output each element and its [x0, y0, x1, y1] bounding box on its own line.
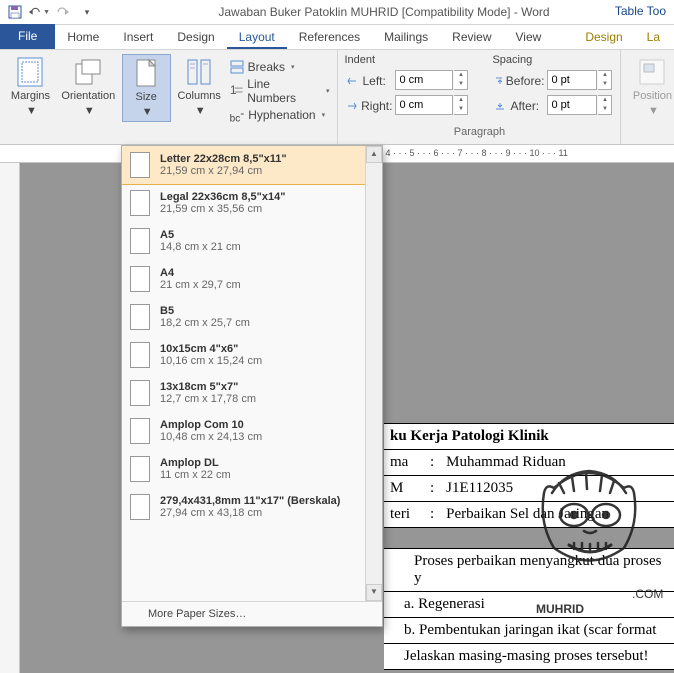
size-dim: 12,7 cm x 17,78 cm — [160, 393, 256, 405]
vertical-ruler[interactable] — [0, 163, 20, 673]
spacing-before-input[interactable]: 0 pt — [547, 70, 597, 90]
size-name: Legal 22x36cm 8,5"x14" — [160, 191, 285, 203]
undo-button[interactable]: ▼ — [28, 1, 50, 23]
spacing-after-input[interactable]: 0 pt — [547, 95, 597, 115]
size-dim: 21 cm x 29,7 cm — [160, 279, 241, 291]
svg-text:.COM: .COM — [632, 587, 663, 601]
columns-button[interactable]: Columns▼ — [175, 54, 224, 120]
spacing-after-label: After: — [492, 95, 546, 117]
page-icon — [130, 266, 150, 292]
size-option[interactable]: A514,8 cm x 21 cm — [122, 222, 382, 260]
size-dim: 14,8 cm x 21 cm — [160, 241, 241, 253]
page-icon — [130, 190, 150, 216]
page-icon — [130, 456, 150, 482]
size-name: Amplop Com 10 — [160, 419, 262, 431]
indent-label: Indent — [344, 54, 472, 66]
spacing-before-spinner[interactable]: ▲▼ — [598, 70, 612, 90]
page-icon — [130, 152, 150, 178]
indent-left-input[interactable]: 0 cm — [395, 70, 453, 90]
size-option[interactable]: A421 cm x 29,7 cm — [122, 260, 382, 298]
size-dim: 27,94 cm x 43,18 cm — [160, 507, 340, 519]
page-icon — [130, 418, 150, 444]
window-title: Jawaban Buker Patoklin MUHRID [Compatibi… — [98, 5, 670, 19]
size-dropdown: Letter 22x28cm 8,5"x11"21,59 cm x 27,94 … — [121, 145, 383, 627]
table-tools-label: Table Too — [615, 4, 666, 18]
tab-table-design[interactable]: Design — [573, 25, 634, 49]
size-dim: 21,59 cm x 27,94 cm — [160, 165, 287, 177]
size-option[interactable]: Legal 22x36cm 8,5"x14"21,59 cm x 35,56 c… — [122, 184, 382, 222]
page-icon — [130, 304, 150, 330]
page-icon — [130, 228, 150, 254]
watermark-image: MUHRID .COM — [514, 453, 664, 643]
group-paragraph: Indent Left: 0 cm ▲▼ Right: 0 cm ▲▼ Spac… — [338, 50, 621, 144]
spacing-label: Spacing — [492, 54, 616, 66]
hyphenation-button[interactable]: bc-Hyphenation▾ — [228, 104, 332, 126]
svg-text:1: 1 — [230, 84, 236, 97]
tab-table-layout[interactable]: La — [635, 25, 672, 49]
page-icon — [130, 342, 150, 368]
spacing-before-label: Before: — [492, 70, 546, 92]
quick-access-toolbar: ▼ ▾ — [4, 1, 98, 23]
tab-view[interactable]: View — [504, 25, 554, 49]
size-button[interactable]: Size▼ — [122, 54, 171, 122]
ribbon-tabs: File Home Insert Design Layout Reference… — [0, 25, 674, 50]
title-bar: ▼ ▾ Jawaban Buker Patoklin MUHRID [Compa… — [0, 0, 674, 25]
more-paper-sizes[interactable]: More Paper Sizes… — [122, 601, 382, 626]
size-name: Letter 22x28cm 8,5"x11" — [160, 153, 287, 165]
page-icon — [130, 380, 150, 406]
size-name: Amplop DL — [160, 457, 231, 469]
tab-layout[interactable]: Layout — [227, 25, 287, 49]
tab-home[interactable]: Home — [55, 25, 111, 49]
redo-button[interactable] — [52, 1, 74, 23]
size-name: B5 — [160, 305, 250, 317]
tab-references[interactable]: References — [287, 25, 372, 49]
size-option[interactable]: Letter 22x28cm 8,5"x11"21,59 cm x 27,94 … — [122, 146, 382, 185]
indent-right-label: Right: — [344, 95, 394, 117]
line-numbers-button[interactable]: 1Line Numbers▾ — [228, 80, 332, 102]
tab-file[interactable]: File — [0, 24, 55, 49]
size-dim: 10,48 cm x 24,13 cm — [160, 431, 262, 443]
svg-text:MUHRID: MUHRID — [536, 602, 584, 616]
size-dim: 10,16 cm x 15,24 cm — [160, 355, 262, 367]
size-option[interactable]: B518,2 cm x 25,7 cm — [122, 298, 382, 336]
position-button[interactable]: Position▼ — [627, 54, 674, 120]
size-dim: 11 cm x 22 cm — [160, 469, 231, 481]
paragraph-group-label: Paragraph — [344, 126, 614, 140]
save-button[interactable] — [4, 1, 26, 23]
size-option[interactable]: Amplop Com 1010,48 cm x 24,13 cm — [122, 412, 382, 450]
group-page-setup: Margins▼ Orientation▼ Size▼ Columns▼ Bre… — [0, 50, 338, 144]
qat-customize[interactable]: ▾ — [76, 1, 98, 23]
size-option[interactable]: 279,4x431,8mm 11"x17" (Berskala)27,94 cm… — [122, 488, 382, 526]
tab-design[interactable]: Design — [165, 25, 226, 49]
tab-insert[interactable]: Insert — [111, 25, 165, 49]
size-name: A5 — [160, 229, 241, 241]
indent-right-input[interactable]: 0 cm — [395, 95, 453, 115]
doc-title: ku Kerja Patologi Klinik — [384, 424, 674, 450]
tab-mailings[interactable]: Mailings — [372, 25, 440, 49]
indent-right-spinner[interactable]: ▲▼ — [454, 95, 468, 115]
tab-review[interactable]: Review — [440, 25, 503, 49]
page-icon — [130, 494, 150, 520]
size-name: 10x15cm 4"x6" — [160, 343, 262, 355]
orientation-button[interactable]: Orientation▼ — [59, 54, 118, 120]
size-dim: 21,59 cm x 35,56 cm — [160, 203, 285, 215]
indent-left-spinner[interactable]: ▲▼ — [454, 70, 468, 90]
size-option[interactable]: Amplop DL11 cm x 22 cm — [122, 450, 382, 488]
margins-button[interactable]: Margins▼ — [6, 54, 55, 120]
spacing-after-spinner[interactable]: ▲▼ — [598, 95, 612, 115]
size-name: 13x18cm 5"x7" — [160, 381, 256, 393]
group-arrange: Position▼ Wr Te — [621, 50, 674, 144]
indent-left-label: Left: — [344, 70, 394, 92]
ribbon: Margins▼ Orientation▼ Size▼ Columns▼ Bre… — [0, 50, 674, 145]
size-name: 279,4x431,8mm 11"x17" (Berskala) — [160, 495, 340, 507]
size-dim: 18,2 cm x 25,7 cm — [160, 317, 250, 329]
size-name: A4 — [160, 267, 241, 279]
dropdown-scrollbar[interactable]: ▲ ▼ — [365, 146, 382, 601]
size-option[interactable]: 13x18cm 5"x7"12,7 cm x 17,78 cm — [122, 374, 382, 412]
breaks-button[interactable]: Breaks▾ — [228, 56, 332, 78]
size-option[interactable]: 10x15cm 4"x6"10,16 cm x 15,24 cm — [122, 336, 382, 374]
